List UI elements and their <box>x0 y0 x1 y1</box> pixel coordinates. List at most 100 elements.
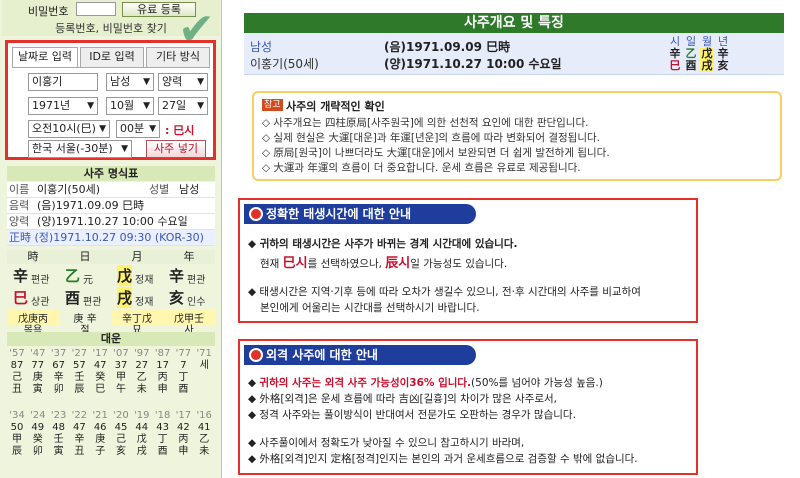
note-line: ◇ 大運과 年運의 흐름이 더 중요합니다. 운세 흐름은 유료로 제공됩니다. <box>262 162 581 174</box>
p8-branch-day: 酉 <box>685 59 697 72</box>
myeongsik-correct-time-row: 正時 (정)1971.10.27 09:30 (KOR-30) <box>7 230 215 246</box>
tab-id-input[interactable]: ID로 입력 <box>80 47 144 67</box>
note-line: ◇ 原局[원국]이 나쁘더라도 大運[대운]에서 보완되면 더 쉽게 발전하게 … <box>262 147 610 159</box>
branch-cell-year: 亥 인수 <box>163 287 215 309</box>
daewoon-age: 67 <box>52 360 65 371</box>
birth-input-panel: 날짜로 입력 ID로 입력 기타 방식 이홍기 남성 ▼ 양력 ▼ 1971년 ▼ 1… <box>5 40 216 160</box>
daewoon-year: '24 <box>30 410 46 421</box>
daewoon-age: 44 <box>135 422 149 433</box>
daewoon-age: 77 <box>31 360 45 371</box>
daewoon-branch: 申 <box>178 446 189 457</box>
daewoon-branch: 辰 <box>74 384 85 395</box>
page-title: 사주개요 및 특징 <box>244 13 784 33</box>
ten-god: 정재 <box>135 275 154 286</box>
daewoon-row: 50 49 48 47 46 45 44 43 42 41 <box>7 422 215 434</box>
daewoon-age: 37 <box>114 360 128 371</box>
stem-cell-year: 辛 편관 <box>163 265 215 287</box>
guide1-line1: ◆ 귀하의 태생시간은 사주가 바뀌는 경계 시간대에 있습니다. <box>248 238 518 250</box>
pillar-header-hour: 時 <box>7 250 59 264</box>
main-panel: 사주개요 및 특징 남성 이홍기(50세) (음)1971.09.09 巳時 (… <box>238 13 784 478</box>
daewoon-year: '18 <box>154 410 171 421</box>
guide2-line5: ◆ 外格[외격]인지 定格[정격]인지는 본인의 과거 운세흐름으로 검증할 수… <box>248 453 638 465</box>
month-select[interactable]: 10월 ▼ <box>106 97 154 115</box>
p8-branch-hour: 巳 <box>669 59 681 72</box>
month-select-value: 10월 <box>110 99 135 112</box>
branch-char: 戌 <box>117 287 133 308</box>
ten-god: 편관 <box>187 275 206 286</box>
tab-date-input[interactable]: 날짜로 입력 <box>12 47 78 68</box>
daewoon-title: 대운 <box>7 332 215 346</box>
daewoon-stem: 丁 <box>157 434 168 445</box>
chevron-down-icon: ▼ <box>143 77 150 87</box>
day-select[interactable]: 27일 ▼ <box>158 97 208 115</box>
city-select[interactable]: 한국 서울(-30분) ▼ <box>28 140 132 158</box>
minute-select[interactable]: 00분 ▼ <box>116 120 160 138</box>
year-select[interactable]: 1971년 ▼ <box>28 97 98 115</box>
stem-char: 辛 <box>13 267 29 285</box>
daewoon-stem: 甲 <box>12 434 22 445</box>
daewoon-stem: 戊 <box>136 434 147 445</box>
password-label: 비밀번호 <box>28 5 69 18</box>
daewoon-age: 47 <box>93 360 107 371</box>
guide1-line2-d: 辰시 <box>385 256 411 271</box>
note-line: ◇ 사주개요는 四柱原局[사주원국]에 의한 선천적 요인에 대한 판단입니다. <box>262 117 589 129</box>
daewoon-stem: 癸 <box>32 434 43 445</box>
branch-char: 酉 <box>65 289 81 307</box>
guide1-line2-e: 일 가능성도 있습니다. <box>410 258 508 270</box>
external-saju-guide: 외격 사주에 대한 안내 ◆ 귀하의 사주는 외격 사주 가능성이36% 입니다… <box>238 339 698 475</box>
chevron-down-icon: ▼ <box>143 101 150 111</box>
daewoon-age: 42 <box>177 422 190 433</box>
gender-text: 남성 <box>250 40 273 54</box>
branch-cell-month: 戌 정재 <box>111 287 163 309</box>
hour-branch-label: : 巳시 <box>165 124 195 137</box>
daewoon-year: '17 <box>175 410 192 421</box>
daewoon-stem: 己 <box>12 372 22 383</box>
daewoon-branch: 未 <box>199 446 210 457</box>
daewoon-year: '21 <box>92 410 108 421</box>
daewoon-stem: 己 <box>116 434 126 445</box>
daewoon-branch: 申 <box>157 384 168 395</box>
saju-info-bar: 남성 이홍기(50세) (음)1971.09.09 巳時 (양)1971.10.… <box>244 33 784 75</box>
daewoon-year: '07 <box>113 348 129 359</box>
calendar-select[interactable]: 양력 ▼ <box>158 73 208 91</box>
pillar-header-day: 日 <box>59 250 111 264</box>
solar-value: (양)1971.10.27 10:00 수요일 <box>37 215 188 228</box>
myeongsik-name-row: 이름 이홍기(50세) 성별 남성 <box>7 182 215 198</box>
hour-select[interactable]: 오전10시(巳) ▼ <box>28 120 110 138</box>
pillar-header-month: 月 <box>111 250 163 264</box>
daewoon-branch: 卯 <box>32 446 43 457</box>
daewoon-row: '34 '24 '23 '22 '21 '20 '19 '18 '17 '16 <box>7 410 215 422</box>
tab-divider <box>12 67 210 68</box>
daewoon-branch: 寅 <box>53 446 64 457</box>
note-line: ◇ 실제 현실은 大運[대운]과 年運[년운]의 흐름에 따라 변화되어 결정됩… <box>262 132 600 144</box>
daewoon-age: 43 <box>156 422 169 433</box>
daewoon-year: '97 <box>134 348 150 359</box>
gender-label: 성별 <box>149 183 170 196</box>
guide2-line2: ◆ 外格[외격]은 운세 흐름에 따라 吉凶[길흉]의 차이가 많은 사주로서, <box>248 393 558 405</box>
password-input[interactable] <box>76 2 116 16</box>
guide2-line4: ◆ 사주풀이에서 정확도가 낮아질 수 있으니 참고하시기 바라며, <box>248 437 525 449</box>
daewoon-year: '37 <box>50 348 67 359</box>
stem-char: 乙 <box>65 267 81 285</box>
daewoon-stem: 癸 <box>95 372 106 383</box>
daewoon-branch: 酉 <box>157 446 168 457</box>
calendar-select-value: 양력 <box>162 75 183 88</box>
lunar-label: 음력 <box>9 199 30 212</box>
daewoon-year: '22 <box>71 410 88 421</box>
daewoon-stem: 辛 <box>74 434 85 445</box>
guide2-line1: ◆ 귀하의 사주는 외격 사주 가능성이36% 입니다.(50%를 넘어야 가능… <box>248 377 603 389</box>
chevron-down-icon: ▼ <box>121 144 128 154</box>
daewoon-branch: 寅 <box>32 384 43 395</box>
guide2-line1-a: 귀하의 사주는 외격 사주 가능성이36% 입니다. <box>259 377 472 389</box>
daewoon-row: 己庚辛壬癸甲乙丙丁 <box>7 372 215 384</box>
daewoon-year: '20 <box>113 410 129 421</box>
gender-select[interactable]: 남성 ▼ <box>106 73 154 91</box>
gender-value: 남성 <box>179 183 200 196</box>
p8-branch-year: 亥 <box>717 59 729 72</box>
stem-char: 辛 <box>169 267 185 285</box>
reference-note: 참고 사주의 개략적인 확인 ◇ 사주개요는 四柱原局[사주원국]에 의한 선천… <box>252 91 782 181</box>
daewoon-stem: 丁 <box>178 372 189 383</box>
name-input[interactable]: 이홍기 <box>28 73 98 91</box>
daewoon-age: 27 <box>135 360 149 371</box>
add-saju-button[interactable]: 사주 넣기 <box>146 140 206 158</box>
